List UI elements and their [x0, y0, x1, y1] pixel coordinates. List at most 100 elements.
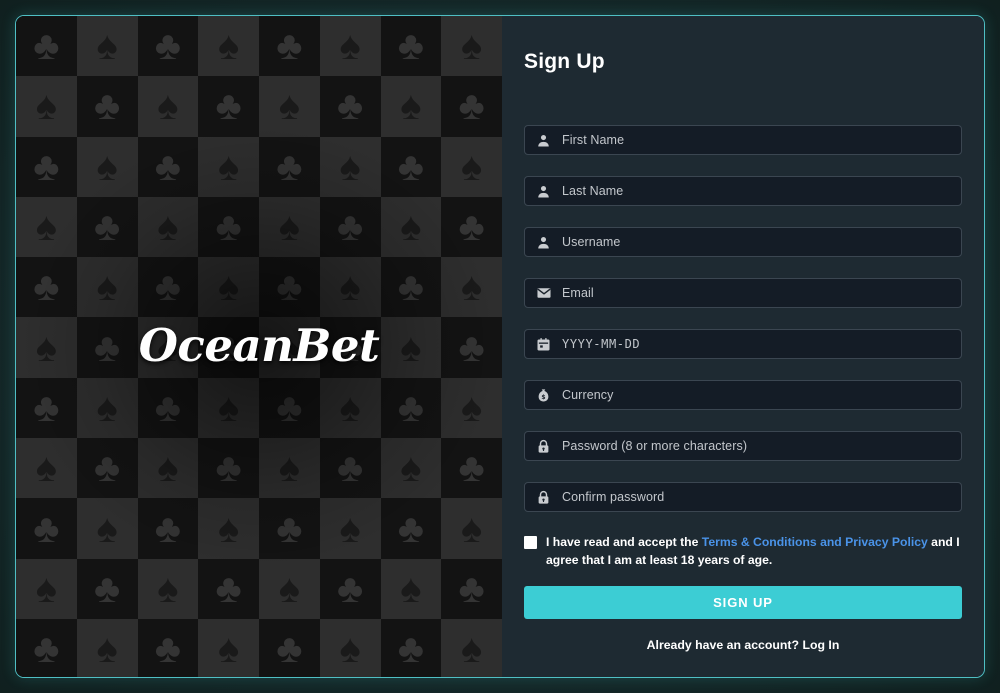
calendar-icon — [535, 336, 552, 353]
club-icon: ♣ — [154, 506, 181, 551]
signup-form-panel: Sign Up First Name Last Name Username Email… — [502, 16, 984, 677]
pattern-cell: ♣ — [76, 76, 138, 137]
terms-checkbox[interactable] — [524, 536, 537, 549]
pattern-cell: ♣ — [198, 558, 259, 619]
pattern-cell: ♠ — [319, 498, 381, 559]
pattern-cell: ♣ — [137, 16, 199, 77]
pattern-cell: ♠ — [198, 377, 259, 439]
password-placeholder: Password (8 or more characters) — [562, 439, 748, 453]
pattern-cell: ♠ — [441, 377, 502, 439]
first-name-field[interactable]: First Name — [524, 125, 962, 155]
pattern-cell: ♣ — [16, 136, 77, 197]
club-icon: ♣ — [94, 84, 121, 129]
pattern-cell: ♠ — [380, 438, 442, 499]
club-icon: ♣ — [397, 385, 424, 430]
pattern-cell: ♣ — [137, 377, 199, 439]
pattern-cell: ♠ — [259, 196, 320, 258]
pattern-cell: ♠ — [441, 16, 502, 77]
club-icon: ♣ — [337, 446, 364, 491]
pattern-cell: ♠ — [137, 196, 199, 258]
terms-text-before: I have read and accept the — [546, 535, 702, 549]
moneybag-icon: $ — [535, 387, 552, 404]
club-icon: ♣ — [33, 265, 60, 310]
pattern-cell: ♣ — [137, 498, 199, 559]
pattern-cell: ♣ — [380, 16, 442, 77]
pattern-cell: ♣ — [198, 438, 259, 499]
pattern-cell: ♣ — [259, 16, 320, 77]
pattern-cell: ♠ — [198, 257, 259, 318]
log-in-link[interactable]: Log In — [802, 638, 839, 652]
pattern-cell: ♠ — [380, 196, 442, 258]
pattern-cell: ♠ — [137, 558, 199, 619]
spade-icon: ♠ — [218, 265, 240, 310]
spade-icon: ♠ — [35, 446, 57, 491]
last-name-field[interactable]: Last Name — [524, 176, 962, 206]
club-icon: ♣ — [33, 627, 60, 672]
currency-placeholder: Currency — [562, 388, 614, 402]
pattern-cell: ♣ — [16, 16, 77, 77]
pattern-cell: ♣ — [380, 377, 442, 439]
pattern-cell: ♣ — [441, 558, 502, 619]
club-icon: ♣ — [94, 446, 121, 491]
pattern-cell: ♠ — [319, 618, 381, 677]
club-icon: ♣ — [33, 144, 60, 189]
currency-field[interactable]: $ Currency — [524, 380, 962, 410]
pattern-cell: ♣ — [16, 377, 77, 439]
spade-icon: ♠ — [400, 566, 422, 611]
spade-icon: ♠ — [218, 506, 240, 551]
pattern-cell: ♠ — [76, 618, 138, 677]
spade-icon: ♠ — [96, 144, 118, 189]
club-icon: ♣ — [397, 265, 424, 310]
terms-and-privacy-link[interactable]: Terms & Conditions and Privacy Policy — [702, 535, 928, 549]
club-icon: ♣ — [154, 24, 181, 69]
spade-icon: ♠ — [157, 84, 179, 129]
username-field[interactable]: Username — [524, 227, 962, 257]
pattern-cell: ♠ — [198, 16, 259, 77]
pattern-cell: ♣ — [198, 76, 259, 137]
spade-icon: ♠ — [218, 385, 240, 430]
club-icon: ♣ — [337, 84, 364, 129]
pattern-cell: ♠ — [380, 76, 442, 137]
pattern-cell: ♠ — [76, 377, 138, 439]
club-icon: ♣ — [33, 24, 60, 69]
club-icon: ♣ — [154, 144, 181, 189]
club-icon: ♣ — [458, 84, 485, 129]
spade-icon: ♠ — [461, 627, 483, 672]
pattern-cell: ♣ — [259, 618, 320, 677]
club-icon: ♣ — [215, 446, 242, 491]
lock-icon — [535, 489, 552, 506]
club-icon: ♣ — [276, 506, 303, 551]
pattern-cell: ♣ — [137, 257, 199, 318]
spade-icon: ♠ — [278, 566, 300, 611]
spade-icon: ♠ — [96, 627, 118, 672]
pattern-cell: ♣ — [380, 498, 442, 559]
spade-icon: ♠ — [400, 205, 422, 250]
login-prompt-row: Already have an account? Log In — [524, 638, 962, 652]
password-field[interactable]: Password (8 or more characters) — [524, 431, 962, 461]
spade-icon: ♠ — [461, 144, 483, 189]
club-icon: ♣ — [276, 627, 303, 672]
form-fields: First Name Last Name Username Email YYYY-MM-… — [524, 125, 962, 512]
pattern-cell: ♠ — [441, 257, 502, 318]
confirm-password-field[interactable]: Confirm password — [524, 482, 962, 512]
pattern-cell: ♣ — [380, 618, 442, 677]
spade-icon: ♠ — [96, 506, 118, 551]
spade-icon: ♠ — [218, 627, 240, 672]
pattern-cell: ♠ — [137, 76, 199, 137]
pattern-cell: ♠ — [16, 76, 77, 137]
pattern-cell: ♠ — [198, 136, 259, 197]
lock-icon — [535, 438, 552, 455]
spade-icon: ♠ — [461, 24, 483, 69]
date-of-birth-field[interactable]: YYYY-MM-DD — [524, 329, 962, 359]
brand-logo: OceanBet — [138, 319, 380, 372]
email-field[interactable]: Email — [524, 278, 962, 308]
pattern-cell: ♠ — [259, 558, 320, 619]
spade-icon: ♠ — [400, 84, 422, 129]
sign-up-button[interactable]: SIGN UP — [524, 586, 962, 619]
spade-icon: ♠ — [278, 205, 300, 250]
club-icon: ♣ — [215, 205, 242, 250]
pattern-cell: ♠ — [76, 257, 138, 318]
club-icon: ♣ — [397, 144, 424, 189]
pattern-cell: ♠ — [441, 618, 502, 677]
login-prompt-text: Already have an account? — [646, 638, 803, 652]
